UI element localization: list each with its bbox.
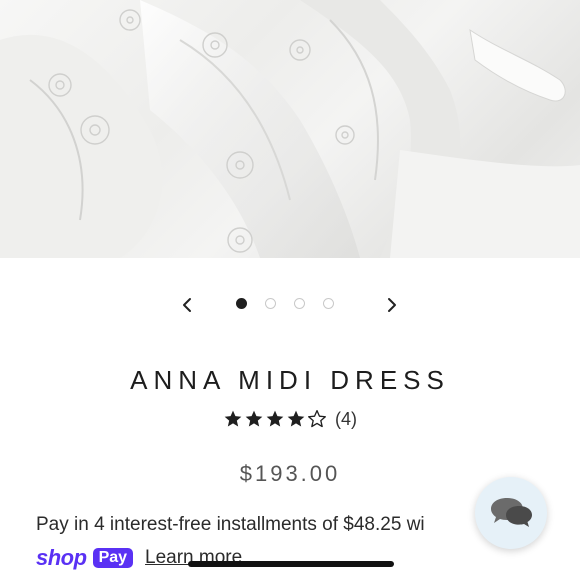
previous-image-button[interactable]	[172, 290, 202, 320]
next-image-button[interactable]	[377, 290, 407, 320]
dress-fabric-image	[0, 0, 580, 258]
chevron-right-icon	[388, 298, 396, 312]
carousel-dot-3[interactable]	[294, 298, 305, 309]
carousel-dot-2[interactable]	[265, 298, 276, 309]
image-carousel-controls	[0, 285, 580, 325]
product-rating: (4)	[0, 407, 580, 431]
shop-pay-row: shop Pay Learn more	[36, 545, 242, 571]
chat-bubbles-icon	[491, 498, 532, 527]
star-filled-icon	[287, 410, 305, 427]
chevron-left-icon	[183, 298, 191, 312]
product-title: ANNA MIDI DRESS	[130, 365, 450, 395]
shop-pay-logo-badge: Pay	[92, 548, 134, 568]
product-image[interactable]	[0, 0, 580, 258]
installments-text: Pay in 4 interest-free installments of $…	[36, 514, 425, 535]
chat-button[interactable]	[475, 477, 547, 549]
review-count[interactable]: (4)	[335, 409, 357, 430]
carousel-dot-1[interactable]	[236, 298, 247, 309]
star-outline-icon	[308, 410, 326, 428]
carousel-dots	[236, 298, 334, 309]
star-rating[interactable]	[223, 409, 327, 429]
home-indicator	[188, 561, 394, 567]
carousel-dot-4[interactable]	[323, 298, 334, 309]
star-filled-icon	[224, 410, 242, 427]
star-filled-icon	[266, 410, 284, 427]
star-filled-icon	[245, 410, 263, 427]
shop-pay-logo-word: shop	[36, 545, 87, 570]
